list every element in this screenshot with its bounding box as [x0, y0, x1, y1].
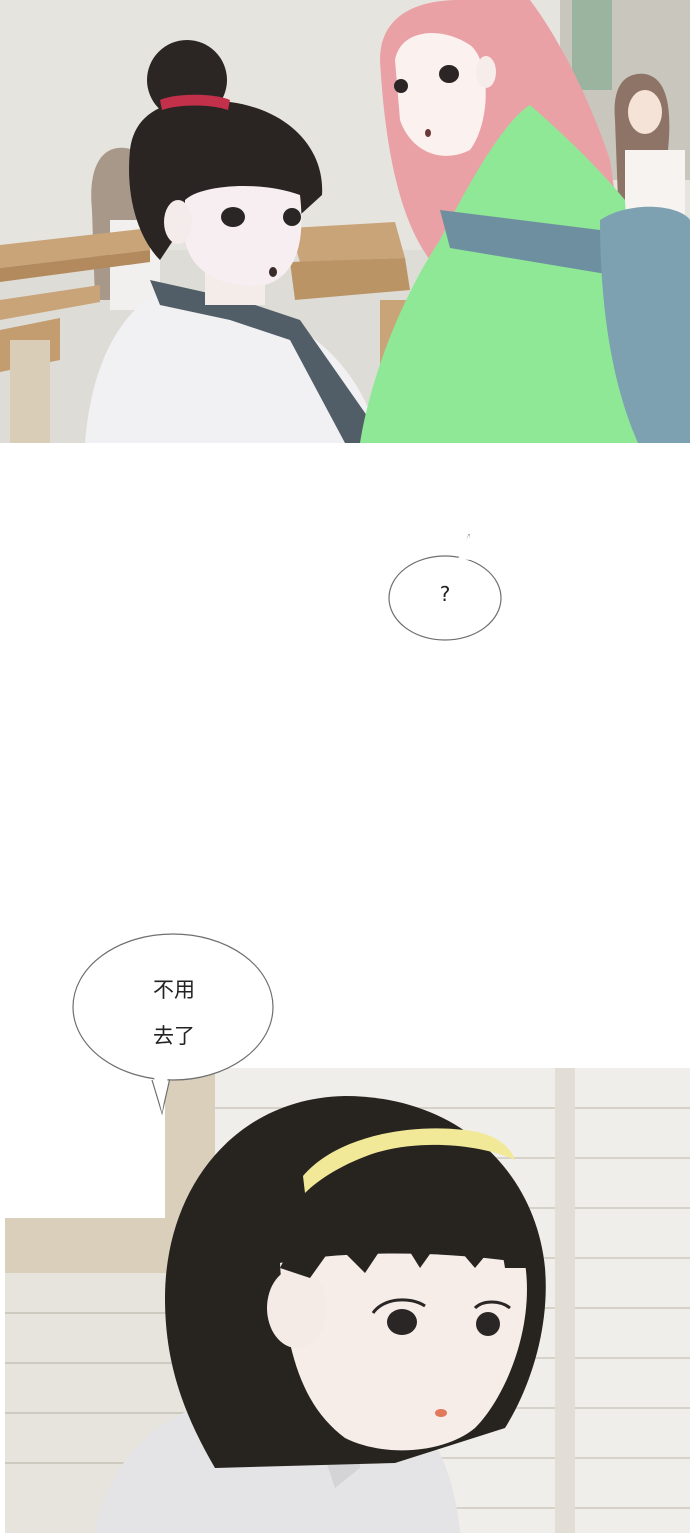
- bubble-text-question: ?: [439, 582, 451, 606]
- bubble-text-reply-line2: 去了: [153, 1024, 195, 1048]
- bubble-text-reply-line1: 不用: [153, 978, 195, 1002]
- girl-illustration: [5, 1068, 690, 1533]
- comic-panel-classroom: [0, 0, 690, 443]
- comic-panel-girl-headband: [5, 1068, 690, 1533]
- classroom-illustration: [0, 0, 690, 443]
- speech-bubble-question: ?: [383, 530, 507, 645]
- speech-bubble-reply: 不用 去了: [70, 930, 278, 1120]
